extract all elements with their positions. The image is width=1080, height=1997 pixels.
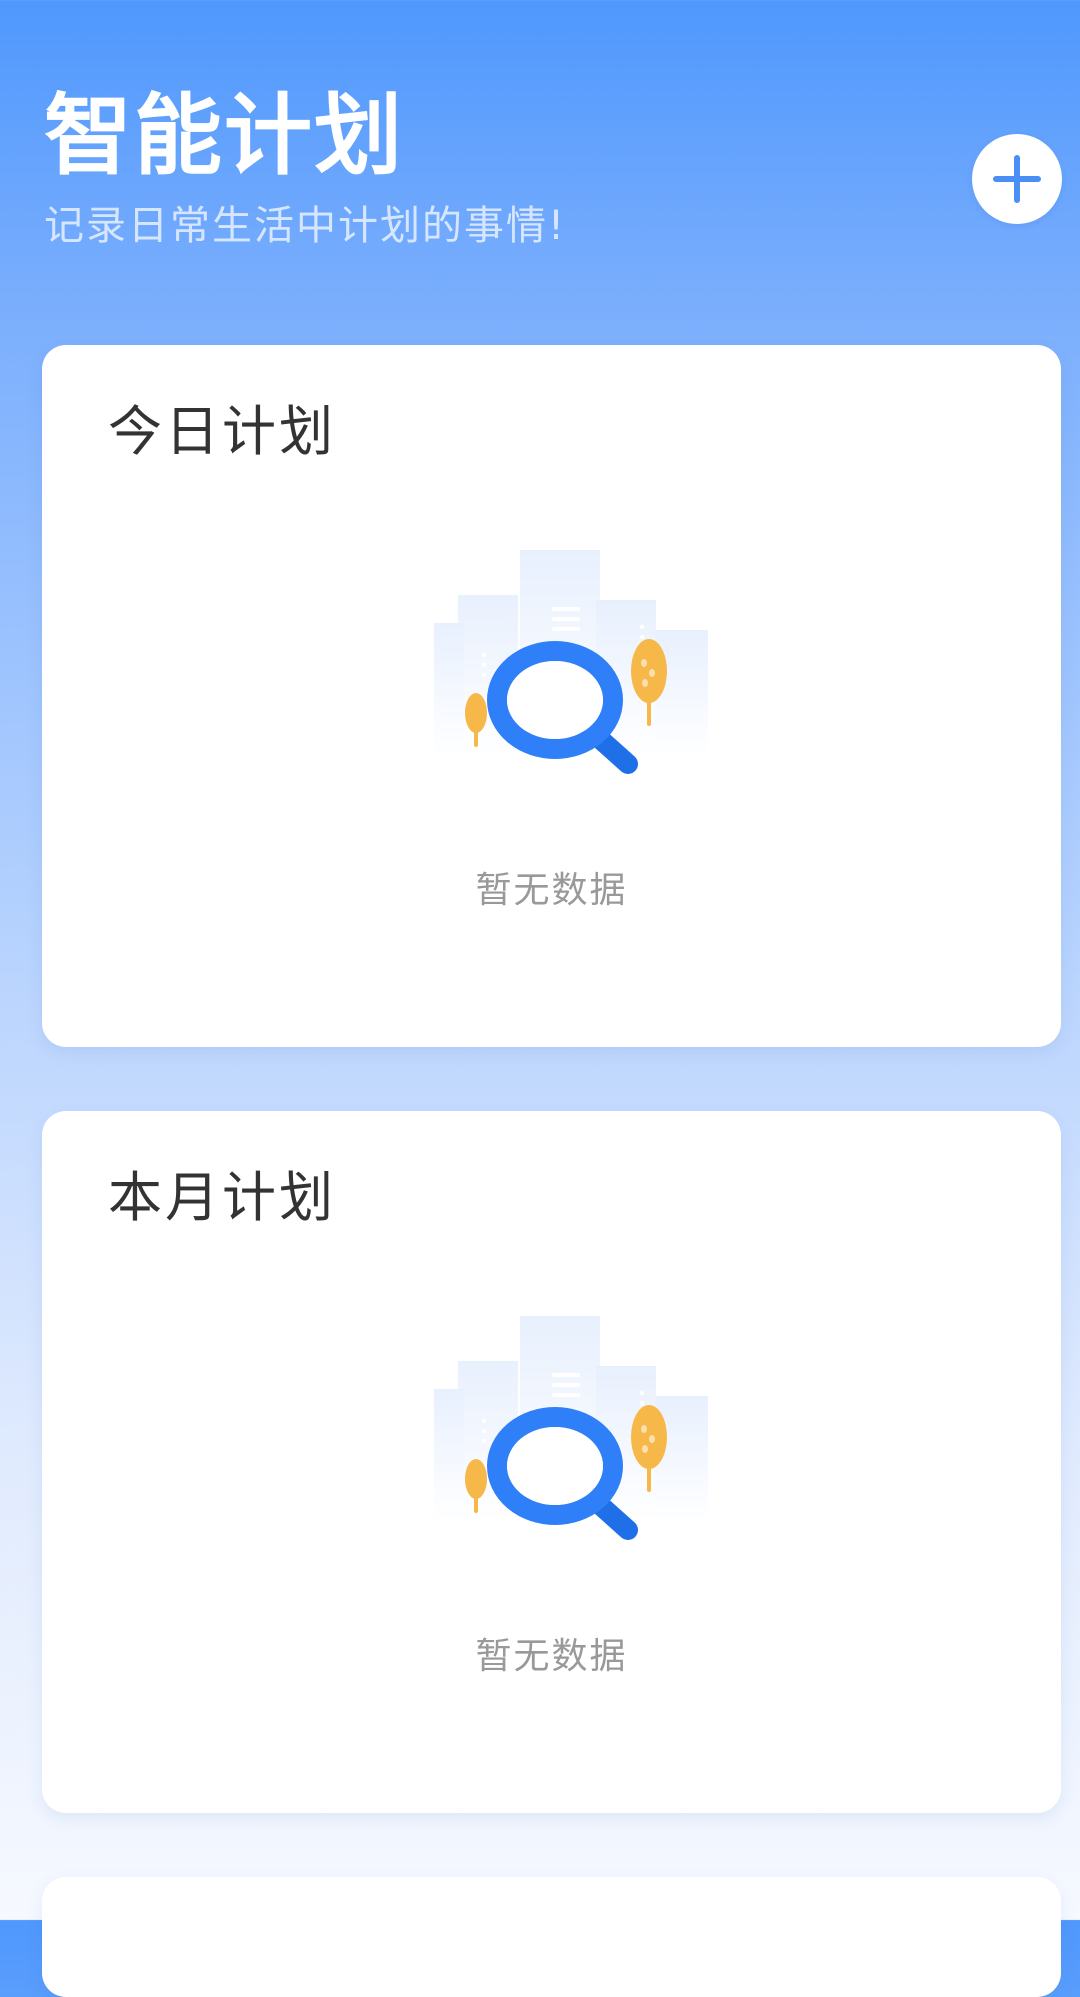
empty-data-text: 暂无数据 xyxy=(475,870,628,911)
month-plan-card: 本月计划 暂无数据 xyxy=(42,1111,1061,1813)
page-title: 智能计划 xyxy=(44,84,405,187)
card-title: 本月计划 xyxy=(108,1166,336,1229)
today-plan-card: 今日计划 暂无数据 xyxy=(42,345,1061,1047)
empty-data-text: 暂无数据 xyxy=(475,1636,628,1677)
header: 智能计划 记录日常生活中计划的事情! xyxy=(0,0,1080,330)
empty-search-illustration xyxy=(434,550,708,774)
empty-search-illustration xyxy=(434,1316,708,1540)
card-title: 今日计划 xyxy=(108,400,336,463)
plus-icon xyxy=(993,155,1041,203)
plan-card-partial xyxy=(42,1877,1061,1997)
add-plan-button[interactable] xyxy=(972,134,1062,224)
page-subtitle: 记录日常生活中计划的事情! xyxy=(44,203,567,249)
